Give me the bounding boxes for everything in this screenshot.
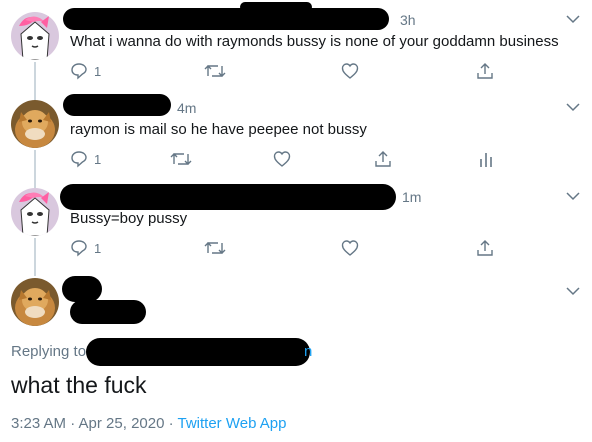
reply-count: 1 <box>94 240 102 256</box>
avatar[interactable] <box>11 278 59 326</box>
tweet-text: What i wanna do with raymonds bussy is n… <box>70 33 559 50</box>
chevron-down-icon[interactable] <box>566 286 580 296</box>
avatar[interactable] <box>11 188 59 236</box>
replying-to-label: Replying to <box>11 343 87 360</box>
reply-count: 1 <box>94 151 102 167</box>
reply-count: 1 <box>94 63 102 79</box>
redacted-author-name <box>62 276 102 302</box>
thread-line <box>34 238 36 276</box>
analytics-icon <box>478 150 494 168</box>
chevron-down-icon[interactable] <box>566 191 580 201</box>
tweet-text: Bussy=boy pussy <box>70 210 188 227</box>
reply-handle-tail[interactable]: n <box>304 343 312 360</box>
tweet-timestamp[interactable]: 3:23 AM · Apr 25, 2020 <box>11 415 164 432</box>
reply-button[interactable]: 1 <box>70 238 101 258</box>
thread-line <box>34 150 36 188</box>
retweet-button[interactable] <box>204 238 226 258</box>
tweet-source-link[interactable]: Twitter Web App <box>178 415 287 432</box>
chevron-down-icon[interactable] <box>566 14 580 24</box>
tweet-meta: 3:23 AM · Apr 25, 2020 · Twitter Web App <box>11 415 286 432</box>
share-icon <box>374 150 392 168</box>
share-icon <box>476 239 494 257</box>
retweet-button[interactable] <box>204 61 226 81</box>
redacted-author-name <box>240 2 312 12</box>
redacted-author-name <box>63 8 389 30</box>
reply-button[interactable]: 1 <box>70 149 101 169</box>
tweet-time[interactable]: 4m <box>177 100 196 116</box>
meta-separator: · <box>164 415 178 432</box>
reply-button[interactable]: 1 <box>70 61 101 81</box>
redacted-author-name <box>60 184 396 210</box>
redacted-author-name <box>63 94 171 116</box>
tweet-time[interactable]: 1m <box>402 189 421 205</box>
chevron-down-icon[interactable] <box>566 102 580 112</box>
avatar[interactable] <box>11 12 59 60</box>
tweet-time[interactable]: 3h <box>400 12 416 28</box>
retweet-button[interactable] <box>170 149 192 169</box>
like-button[interactable] <box>341 238 359 258</box>
retweet-icon <box>204 239 226 257</box>
analytics-button[interactable] <box>478 149 494 169</box>
share-button[interactable] <box>476 238 494 258</box>
reply-icon <box>70 239 88 257</box>
like-icon <box>273 150 291 168</box>
reply-icon <box>70 150 88 168</box>
main-tweet-text: what the fuck <box>11 372 147 398</box>
redacted-reply-handles[interactable] <box>86 338 310 366</box>
retweet-icon <box>204 62 226 80</box>
redacted-author-handle <box>70 300 146 324</box>
retweet-icon <box>170 150 192 168</box>
avatar[interactable] <box>11 100 59 148</box>
share-icon <box>476 62 494 80</box>
like-icon <box>341 62 359 80</box>
reply-icon <box>70 62 88 80</box>
like-button[interactable] <box>273 149 291 169</box>
share-button[interactable] <box>374 149 392 169</box>
tweet-text: raymon is mail so he have peepee not bus… <box>70 121 367 138</box>
share-button[interactable] <box>476 61 494 81</box>
like-button[interactable] <box>341 61 359 81</box>
thread-line <box>34 62 36 100</box>
like-icon <box>341 239 359 257</box>
